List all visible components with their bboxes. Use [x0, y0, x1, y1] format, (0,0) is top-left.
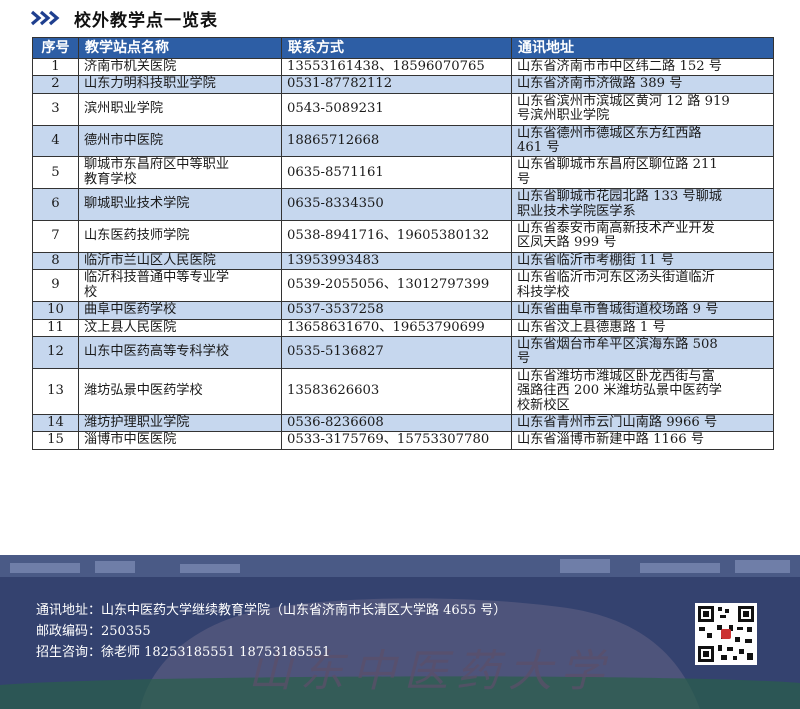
cell-site-name: 曲阜中医药学校	[78, 301, 282, 320]
cell-site-name: 聊城职业技术学院	[78, 188, 282, 222]
cell-address: 山东省聊城市东昌府区聊位路 211 号	[511, 156, 774, 190]
column-header-name: 教学站点名称	[78, 37, 282, 59]
cell-no: 15	[32, 431, 79, 450]
table-row: 5 聊城市东昌府区中等职业 教育学校 0635-8571161 山东省聊城市东昌府区聊…	[32, 156, 774, 190]
cell-contact: 0543-5089231	[281, 92, 512, 126]
cell-no: 5	[32, 156, 79, 190]
cell-address: 山东省青州市云门山南路 9966 号	[511, 413, 774, 433]
table-row: 13 潍坊弘景中医药学校 13583626603 山东省潍坊市潍城区卧龙西街与富 强路…	[32, 367, 774, 415]
cell-site-name: 淄博市中医医院	[78, 431, 282, 450]
cell-no: 11	[32, 318, 79, 337]
cell-no: 6	[32, 188, 79, 222]
cell-contact: 13553161438、18596070765	[281, 57, 512, 77]
sites-table: 序号 教学站点名称 联系方式 通讯地址 1 济南市机关医院 13553161438、…	[32, 37, 774, 450]
column-header-contact: 联系方式	[281, 37, 512, 59]
qr-code-icon[interactable]	[695, 603, 757, 665]
cell-site-name: 汶上县人民医院	[78, 318, 282, 337]
table-row: 9 临沂科技普通中等专业学 校 0539-2055056、13012797399 山东…	[32, 269, 774, 303]
cell-site-name: 济南市机关医院	[78, 57, 282, 77]
table-row: 8 临沂市兰山区人民医院 13953993483 山东省临沂市考棚街 11 号	[32, 251, 774, 271]
cell-address: 山东省德州市德城区东方红西路 461 号	[511, 124, 774, 158]
cell-address: 山东省汶上县德惠路 1 号	[511, 318, 774, 337]
table-row: 11 汶上县人民医院 13658631670、19653790699 山东省汶上县德惠…	[32, 318, 774, 337]
table-row: 2 山东力明科技职业学院 0531-87782112 山东省济南市济微路 389 号	[32, 75, 774, 94]
cell-address: 山东省临沂市考棚街 11 号	[511, 251, 774, 271]
cell-no: 12	[32, 335, 79, 369]
section-header: 校外教学点一览表	[30, 6, 218, 31]
cell-no: 1	[32, 57, 79, 77]
cell-site-name: 临沂市兰山区人民医院	[78, 251, 282, 271]
cell-contact: 0537-3537258	[281, 301, 512, 320]
cell-contact: 0531-87782112	[281, 75, 512, 94]
cell-contact: 0533-3175769、15753307780	[281, 431, 512, 450]
table-row: 1 济南市机关医院 13553161438、18596070765 山东省济南市市中区…	[32, 57, 774, 77]
table-row: 15 淄博市中医医院 0533-3175769、15753307780 山东省淄博市新…	[32, 431, 774, 450]
cell-contact: 13658631670、19653790699	[281, 318, 512, 337]
cell-address: 山东省烟台市牟平区滨海东路 508 号	[511, 335, 774, 369]
cell-site-name: 聊城市东昌府区中等职业 教育学校	[78, 156, 282, 190]
cell-no: 13	[32, 367, 79, 415]
admissions-consult: 招生咨询：徐老师 18253185551 18753185551	[36, 645, 331, 660]
cell-no: 7	[32, 220, 79, 253]
column-header-no: 序号	[32, 37, 79, 59]
cell-no: 4	[32, 124, 79, 158]
table-row: 6 聊城职业技术学院 0635-8334350 山东省聊城市花园北路 133 号聊城 …	[32, 188, 774, 222]
column-header-address: 通讯地址	[511, 37, 774, 59]
cell-address: 山东省临沂市河东区汤头街道临沂 科技学校	[511, 269, 774, 303]
cell-contact: 18865712668	[281, 124, 512, 158]
cell-address: 山东省聊城市花园北路 133 号聊城 职业技术学院医学系	[511, 188, 774, 222]
cell-no: 14	[32, 413, 79, 433]
page-title: 校外教学点一览表	[74, 10, 218, 31]
cell-no: 8	[32, 251, 79, 271]
cell-address: 山东省泰安市南高新技术产业开发 区凤天路 999 号	[511, 220, 774, 253]
cell-address: 山东省曲阜市鲁城街道校场路 9 号	[511, 301, 774, 320]
cell-contact: 0539-2055056、13012797399	[281, 269, 512, 303]
table-row: 4 德州市中医院 18865712668 山东省德州市德城区东方红西路 461 号	[32, 124, 774, 158]
cell-address: 山东省济南市市中区纬二路 152 号	[511, 57, 774, 77]
cell-no: 3	[32, 92, 79, 126]
cell-site-name: 山东医药技师学院	[78, 220, 282, 253]
table-header-row: 序号 教学站点名称 联系方式 通讯地址	[32, 37, 774, 59]
cell-address: 山东省潍坊市潍城区卧龙西街与富 强路往西 200 米潍坊弘景中医药学 校新校区	[511, 367, 774, 415]
cell-contact: 0536-8236608	[281, 413, 512, 433]
cell-no: 9	[32, 269, 79, 303]
table-row: 3 滨州职业学院 0543-5089231 山东省滨州市滨城区黄河 12 路 919 …	[32, 92, 774, 126]
cell-site-name: 山东力明科技职业学院	[78, 75, 282, 94]
table-row: 10 曲阜中医药学校 0537-3537258 山东省曲阜市鲁城街道校场路 9 号	[32, 301, 774, 320]
postal-code: 邮政编码：250355	[36, 624, 151, 639]
double-chevron-icon	[30, 10, 64, 26]
table-row: 14 潍坊护理职业学院 0536-8236608 山东省青州市云门山南路 9966 号	[32, 413, 774, 433]
contact-info: 通讯地址：山东中医药大学继续教育学院（山东省济南市长清区大学路 4655 号） …	[36, 600, 506, 663]
cell-contact: 0538-8941716、19605380132	[281, 220, 512, 253]
cell-contact: 0635-8571161	[281, 156, 512, 190]
cell-address: 山东省济南市济微路 389 号	[511, 75, 774, 94]
cell-contact: 0535-5136827	[281, 335, 512, 369]
cell-contact: 0635-8334350	[281, 188, 512, 222]
cell-site-name: 滨州职业学院	[78, 92, 282, 126]
cell-site-name: 德州市中医院	[78, 124, 282, 158]
table-row: 12 山东中医药高等专科学校 0535-5136827 山东省烟台市牟平区滨海东路 5…	[32, 335, 774, 369]
cell-site-name: 潍坊弘景中医药学校	[78, 367, 282, 415]
cell-site-name: 潍坊护理职业学院	[78, 413, 282, 433]
footer-banner: 山东中医药大学 通讯地址：山东中医药大学继续教育学院（山东省济南市长清区大学路 …	[0, 555, 800, 709]
cell-site-name: 临沂科技普通中等专业学 校	[78, 269, 282, 303]
cell-contact: 13953993483	[281, 251, 512, 271]
cell-no: 2	[32, 75, 79, 94]
table-row: 7 山东医药技师学院 0538-8941716、19605380132 山东省泰安市南…	[32, 220, 774, 253]
mailing-address: 通讯地址：山东中医药大学继续教育学院（山东省济南市长清区大学路 4655 号）	[36, 603, 507, 618]
cell-site-name: 山东中医药高等专科学校	[78, 335, 282, 369]
cell-address: 山东省滨州市滨城区黄河 12 路 919 号滨州职业学院	[511, 92, 774, 126]
cell-contact: 13583626603	[281, 367, 512, 415]
cell-no: 10	[32, 301, 79, 320]
cell-address: 山东省淄博市新建中路 1166 号	[511, 431, 774, 450]
